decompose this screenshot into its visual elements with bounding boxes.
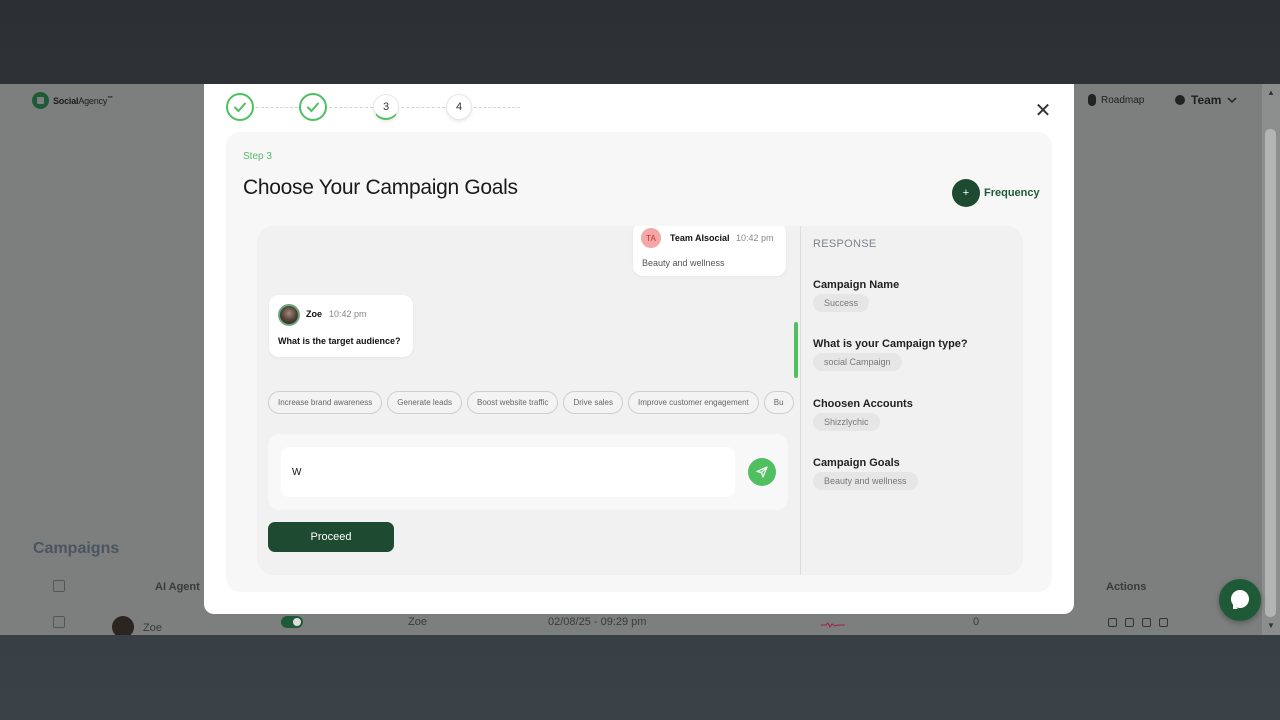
- message-author: Team AIsocial: [670, 233, 730, 243]
- chip-generate-leads[interactable]: Generate leads: [387, 391, 462, 414]
- chip-drive-sales[interactable]: Drive sales: [563, 391, 624, 414]
- stepper: 3 4: [226, 90, 526, 126]
- user-icon: [1175, 95, 1185, 105]
- check-icon: [307, 102, 319, 112]
- response-label: What is your Campaign type?: [813, 338, 968, 350]
- step-connector: [329, 107, 373, 108]
- scrollbar[interactable]: ▲ ▼: [1262, 84, 1280, 635]
- send-button[interactable]: [748, 458, 776, 486]
- response-item: Campaign Name Success: [813, 279, 899, 312]
- column-actions: Actions: [1106, 581, 1147, 593]
- step-1-done[interactable]: [226, 93, 254, 121]
- avatar: TA: [641, 228, 661, 248]
- chip-boost-website-traffic[interactable]: Boost website traffic: [466, 391, 559, 414]
- step-connector: [256, 107, 298, 108]
- scroll-up-icon[interactable]: ▲: [1267, 88, 1275, 97]
- scroll-indicator: [794, 322, 798, 378]
- response-item: Choosen Accounts Shizzlychic: [813, 398, 913, 431]
- response-value: Shizzlychic: [813, 413, 880, 431]
- response-panel: RESPONSE Campaign Name Success What is y…: [813, 226, 1023, 575]
- response-item: What is your Campaign type? social Campa…: [813, 338, 968, 371]
- send-icon: [756, 466, 768, 478]
- chat-area: TA Team AIsocial 10:42 pm Beauty and wel…: [257, 226, 800, 575]
- response-value: social Campaign: [813, 353, 902, 371]
- message-author: Zoe: [306, 309, 323, 319]
- column-ai-agent: AI Agent: [155, 581, 200, 593]
- frequency-button[interactable]: + Frequency: [952, 179, 1040, 207]
- proceed-button[interactable]: Proceed: [268, 522, 394, 552]
- roadmap-label: Roadmap: [1101, 94, 1145, 106]
- avatar: [112, 616, 134, 635]
- step-label: Step 3: [243, 151, 272, 162]
- page-title: Choose Your Campaign Goals: [243, 176, 518, 199]
- step-connector: [401, 107, 445, 108]
- message-text: What is the target audience?: [278, 336, 401, 346]
- row-name: Zoe: [143, 622, 162, 634]
- brand-logo-icon: [32, 92, 49, 109]
- message-time: 10:42 pm: [736, 233, 774, 243]
- sparkline-icon: [821, 622, 845, 628]
- response-title: RESPONSE: [813, 238, 877, 250]
- chip-increase-brand-awareness[interactable]: Increase brand awareness: [268, 391, 383, 414]
- avatar: [278, 304, 300, 326]
- message-time: 10:42 pm: [329, 309, 367, 319]
- campaigns-title: Campaigns: [33, 540, 120, 557]
- scroll-down-icon[interactable]: ▼: [1267, 621, 1275, 630]
- status-toggle[interactable]: [281, 616, 303, 628]
- message-composer: [268, 434, 788, 510]
- divider: [800, 226, 801, 575]
- mic-icon: [1088, 94, 1096, 106]
- step-3-active[interactable]: 3: [373, 94, 399, 120]
- plus-icon: +: [952, 179, 980, 207]
- row-agent: Zoe: [408, 616, 427, 628]
- chat-bubble-icon[interactable]: [1219, 579, 1261, 621]
- step-2-done[interactable]: [299, 93, 327, 121]
- team-menu[interactable]: Team: [1175, 93, 1237, 107]
- response-label: Campaign Name: [813, 279, 900, 291]
- scroll-thumb[interactable]: [1265, 129, 1276, 617]
- message-text: Beauty and wellness: [642, 258, 725, 268]
- response-item: Campaign Goals Beauty and wellness: [813, 457, 918, 490]
- copy-icon[interactable]: [1142, 618, 1151, 627]
- row-checkbox[interactable]: [53, 616, 65, 628]
- row-count: 0: [973, 616, 980, 628]
- check-icon: [234, 102, 246, 112]
- chat-panel: TA Team AIsocial 10:42 pm Beauty and wel…: [257, 226, 1023, 575]
- list-icon[interactable]: [1108, 618, 1117, 627]
- delete-icon[interactable]: [1159, 618, 1168, 627]
- close-icon[interactable]: ✕: [1034, 101, 1052, 121]
- message-zoe: Zoe 10:42 pm What is the target audience…: [269, 295, 413, 357]
- response-value: Beauty and wellness: [813, 472, 918, 490]
- response-value: Success: [813, 294, 870, 312]
- roadmap-button[interactable]: Roadmap: [1088, 94, 1144, 106]
- step-4-pending[interactable]: 4: [446, 94, 472, 120]
- message-team: TA Team AIsocial 10:42 pm Beauty and wel…: [633, 226, 786, 276]
- suggestion-chips: Increase brand awareness Generate leads Bo…: [268, 391, 799, 415]
- response-label: Campaign Goals: [813, 457, 900, 469]
- modal-body: Step 3 Choose Your Campaign Goals + Freq…: [226, 132, 1052, 592]
- brand-name: SocialAgency™: [53, 95, 113, 106]
- select-all-checkbox[interactable]: [53, 580, 65, 592]
- response-label: Choosen Accounts: [813, 398, 913, 410]
- edit-icon[interactable]: [1125, 618, 1134, 627]
- chip-more[interactable]: Bu: [763, 391, 794, 414]
- brand[interactable]: SocialAgency™: [32, 92, 113, 109]
- frequency-label: Frequency: [984, 187, 1040, 199]
- row-actions: [1108, 618, 1168, 627]
- step-connector: [474, 107, 520, 108]
- message-input[interactable]: [281, 447, 735, 497]
- chip-improve-customer-engagement[interactable]: Improve customer engagement: [628, 391, 759, 414]
- row-date: 02/08/25 - 09:29 pm: [548, 616, 647, 628]
- campaign-modal: 3 4 ✕ Step 3 Choose Your Campaign Goals …: [204, 84, 1074, 614]
- team-label: Team: [1191, 93, 1222, 107]
- chevron-down-icon: [1227, 97, 1237, 103]
